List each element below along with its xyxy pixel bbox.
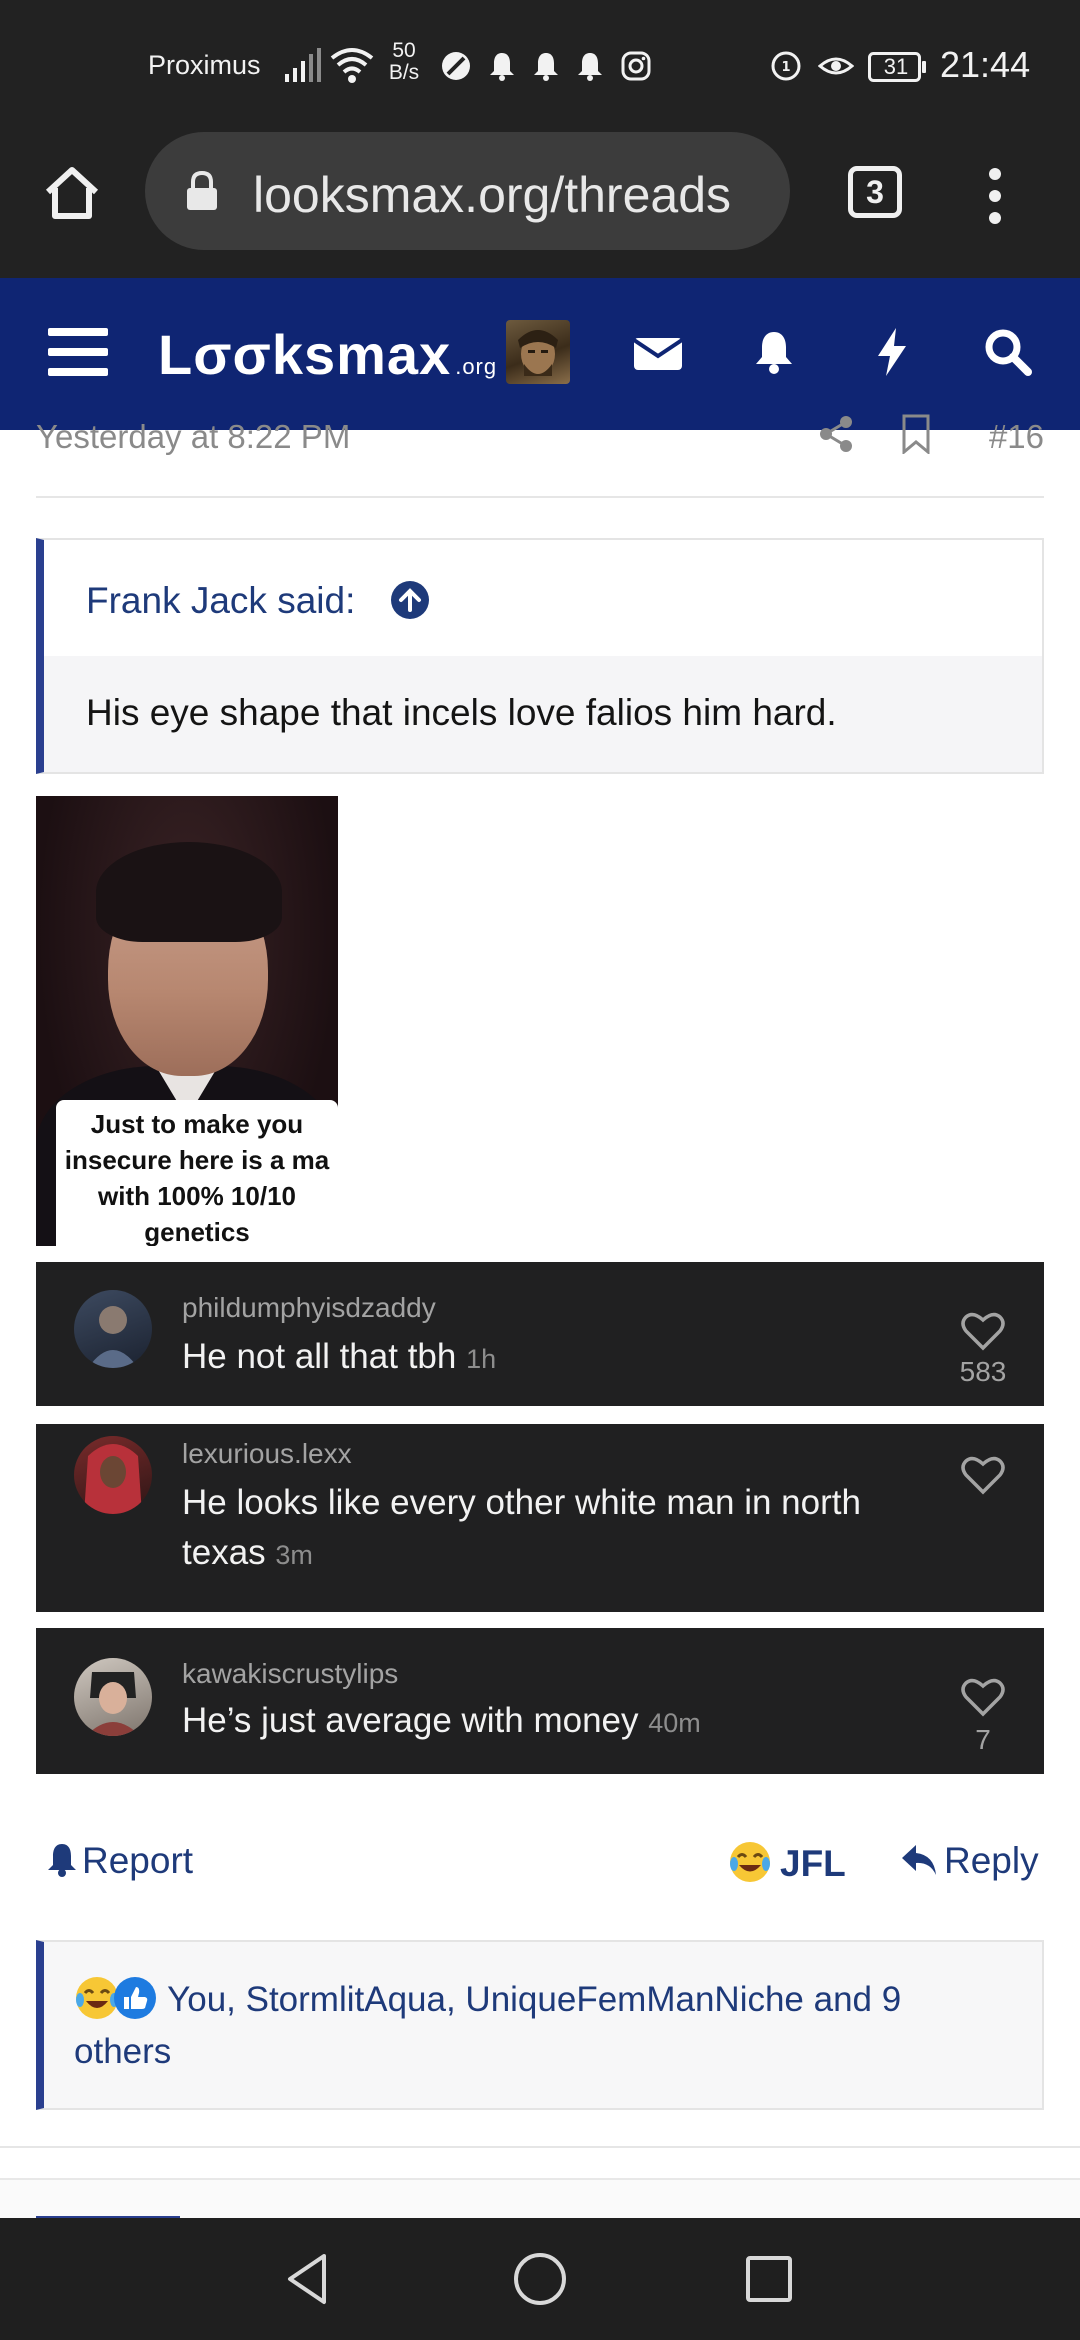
menu-icon[interactable]	[48, 326, 108, 378]
post-date[interactable]: Yesterday at 8:22 PM	[36, 418, 350, 456]
next-post-edge	[0, 2178, 1080, 2220]
comment-time: 40m	[648, 1708, 701, 1738]
eye-comfort-icon	[818, 57, 854, 75]
notification-bell-icon	[534, 53, 558, 81]
comment-body: He not all that tbh	[182, 1337, 457, 1376]
comment-text: He’s just average with money 40m	[182, 1696, 942, 1748]
crying-laughing-emoji-icon	[730, 1842, 770, 1882]
home-icon[interactable]	[40, 162, 104, 226]
jfl-reaction-button[interactable]: JFL	[728, 1840, 846, 1885]
comment-time: 1h	[466, 1344, 497, 1374]
thumbs-up-icon	[114, 1977, 156, 2019]
user-avatar[interactable]	[506, 320, 570, 384]
like-count: 7	[975, 1724, 991, 1755]
reactions-users: You, StormlitAqua, UniqueFemManNiche and…	[74, 1980, 902, 2071]
avatar-image	[518, 330, 558, 376]
alerts-bell-icon[interactable]	[746, 324, 802, 380]
reply-label: Reply	[944, 1840, 1039, 1881]
speed-value: 50	[392, 39, 416, 62]
comment-text: He not all that tbh 1h	[182, 1332, 942, 1384]
lightning-icon[interactable]	[864, 324, 920, 380]
comment-card: lexurious.lexx He looks like every other…	[36, 1424, 1044, 1612]
search-icon[interactable]	[980, 324, 1036, 380]
post-image[interactable]: Just to make you insecure here is a ma w…	[36, 796, 338, 1246]
notification-bell-icon	[490, 53, 514, 81]
site-header: Lσσksmax .org	[0, 278, 1080, 430]
divider	[0, 2146, 1080, 2148]
carrier-name: Proximus	[148, 50, 261, 80]
post-meta: Yesterday at 8:22 PM #16	[36, 414, 1044, 458]
comment-text: He looks like every other white man in n…	[182, 1478, 942, 1580]
like-count: 583	[959, 1356, 1007, 1387]
data-saver-icon: 1	[771, 51, 801, 81]
caption-line: genetics	[144, 1217, 250, 1246]
report-label: Report	[82, 1840, 194, 1881]
reactions-summary[interactable]: You, StormlitAqua, UniqueFemManNiche and…	[36, 1940, 1044, 2110]
post-number[interactable]: #16	[989, 418, 1044, 456]
quote-author[interactable]: Frank Jack said:	[86, 580, 355, 622]
comment-username: phildumphyisdzaddy	[182, 1292, 436, 1323]
comment-username: lexurious.lexx	[182, 1438, 352, 1469]
browser-toolbar: looksmax.org/threads 3	[0, 130, 1080, 278]
divider	[36, 496, 1044, 498]
caption-line: Just to make you	[90, 1109, 304, 1139]
network-speed: 50 B/s	[384, 40, 424, 84]
share-icon[interactable]	[816, 414, 856, 454]
logo-text: Lσσksmax	[158, 323, 452, 386]
system-navigation-bar	[0, 2218, 1080, 2340]
image-hair	[96, 842, 282, 942]
status-bar: Proximus 50 B/s 1 31 21:44	[0, 0, 1080, 130]
comment-avatar	[74, 1290, 152, 1368]
report-bell-icon	[48, 1844, 76, 1877]
caption-line: insecure here is a ma	[64, 1145, 330, 1175]
logo-suffix: .org	[455, 354, 498, 379]
back-icon[interactable]	[278, 2248, 340, 2310]
jfl-label: JFL	[780, 1843, 846, 1884]
no-disturb-icon	[442, 52, 470, 80]
heart-icon	[961, 1678, 1005, 1717]
jump-to-quote-icon[interactable]	[390, 580, 430, 620]
home-circle-icon[interactable]	[509, 2248, 571, 2310]
battery-level: 31	[883, 54, 909, 79]
heart-icon	[961, 1456, 1005, 1495]
quote-text: His eye shape that incels love falios hi…	[86, 692, 837, 733]
wifi-icon	[330, 48, 374, 83]
site-logo[interactable]: Lσσksmax .org	[158, 322, 497, 387]
report-button[interactable]: Report	[46, 1840, 193, 1882]
comment-username: kawakiscrustylips	[182, 1658, 399, 1689]
clock: 21:44	[940, 44, 1031, 85]
caption-line: with 100% 10/10	[98, 1181, 296, 1211]
quote-block: Frank Jack said: His eye shape that ince…	[36, 538, 1044, 774]
comment-time: 3m	[275, 1540, 313, 1570]
address-bar[interactable]: looksmax.org/threads	[145, 132, 790, 250]
speed-unit: B/s	[388, 61, 420, 84]
comment-card: phildumphyisdzaddy He not all that tbh 1…	[36, 1262, 1044, 1406]
heart-icon	[961, 1312, 1005, 1351]
more-options-icon[interactable]	[984, 166, 1006, 226]
avatar-image	[88, 1306, 138, 1368]
recent-apps-icon[interactable]	[738, 2248, 800, 2310]
comment-avatar	[74, 1658, 152, 1736]
url-text: looksmax.org/threads	[253, 167, 732, 223]
image-caption: Just to make you insecure here is a ma w…	[56, 1100, 338, 1246]
comment-avatar	[74, 1436, 152, 1514]
tab-switcher-button[interactable]: 3	[848, 166, 902, 218]
mail-icon[interactable]	[630, 324, 686, 380]
reactions-text: You, StormlitAqua, UniqueFemManNiche and…	[74, 1974, 974, 2078]
comment-card: kawakiscrustylips He’s just average with…	[36, 1628, 1044, 1774]
avatar-image	[86, 1672, 140, 1736]
instagram-icon	[621, 51, 651, 81]
signal-icon	[285, 48, 321, 82]
svg-text:1: 1	[781, 60, 790, 75]
reply-arrow-icon	[902, 1845, 936, 1875]
bookmark-icon[interactable]	[898, 414, 934, 454]
notification-bell-icon	[578, 53, 602, 81]
lock-icon	[187, 170, 217, 210]
avatar-image	[84, 1444, 142, 1514]
post-actions: Report JFL Reply	[36, 1836, 1044, 1892]
comment-body: He’s just average with money	[182, 1701, 639, 1740]
reply-button[interactable]: Reply	[900, 1840, 1039, 1882]
